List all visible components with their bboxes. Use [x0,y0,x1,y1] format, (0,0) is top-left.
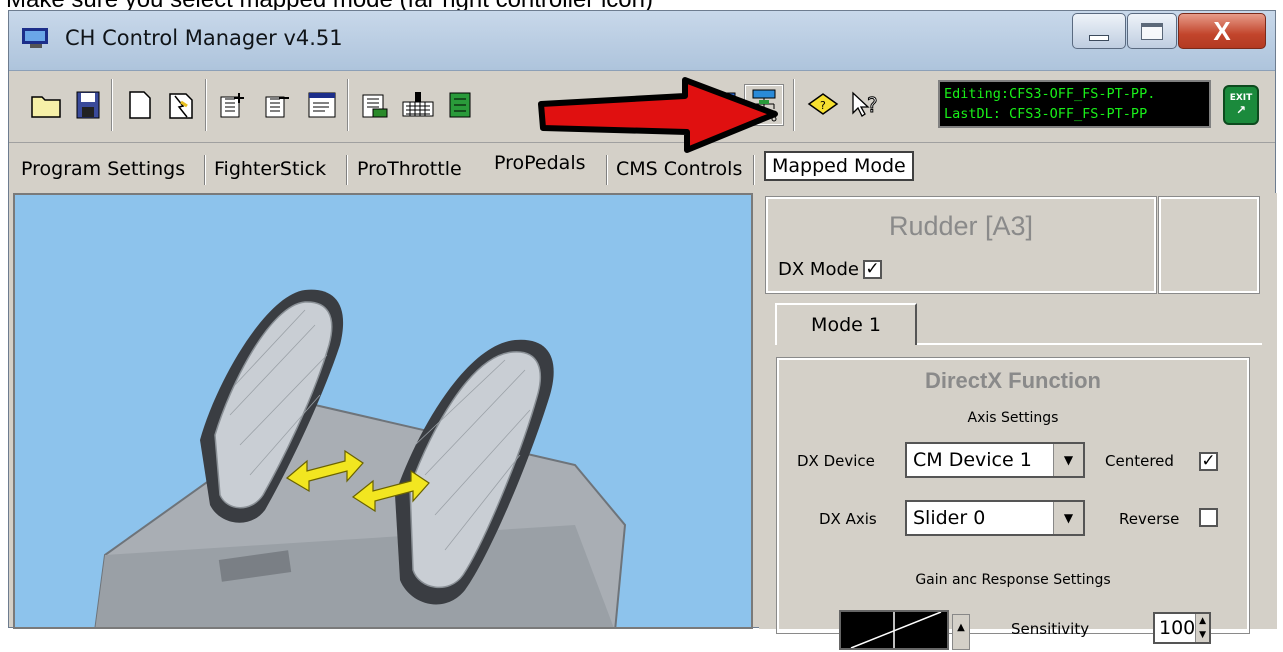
dx-device-label: DX Device [797,452,875,470]
mapped-mode-indicator: Mapped Mode [764,151,914,181]
controller-blue-icon [705,92,736,121]
centered-label: Centered [1105,452,1174,470]
blank-page-icon [129,91,151,119]
curve-scroll-up-icon[interactable]: ▲ [952,614,970,650]
svg-text:?: ? [867,93,878,117]
dx-mode-checkbox[interactable]: ✓ [862,260,882,279]
dx-device-select[interactable]: CM Device 1 ▼ [905,442,1085,478]
tab-program-settings[interactable]: Program Settings [21,153,185,185]
dx-device-value: CM Device 1 [913,449,1032,471]
list-view-button[interactable] [303,85,341,125]
keyboard-icon [402,92,434,117]
toolbar-separator [205,79,207,131]
toolbar-separator [793,79,795,131]
close-button[interactable]: X [1178,13,1266,49]
rudder-axis-title: Rudder [A3] [888,211,1034,241]
chevron-down-icon[interactable]: ▼ [1053,444,1083,476]
calibration-button[interactable] [441,85,479,125]
tab-divider [753,155,755,185]
remove-device-button[interactable] [259,85,297,125]
dx-mode-toggle[interactable]: DX Mode ✓ [778,259,882,280]
toolbar-separator [347,79,349,131]
maximize-button[interactable] [1127,13,1177,49]
help-book-button[interactable]: ? [804,85,842,125]
exit-arrow-icon: ↗ [1235,103,1247,117]
dx-axis-label: DX Axis [819,510,877,528]
reverse-label: Reverse [1119,510,1180,528]
close-icon: X [1213,15,1231,46]
response-curve-preview[interactable] [839,610,949,650]
gain-response-heading: Gain anc Response Settings [915,572,1111,588]
tab-underline [917,343,1262,345]
context-help-button[interactable]: ? [847,85,885,125]
chip-plus-icon [220,93,244,118]
add-device-button[interactable] [214,85,252,125]
chip-download-icon [362,94,388,118]
window-list-icon [308,92,336,118]
download-button[interactable] [356,85,394,125]
svg-text:?: ? [820,99,826,112]
chevron-down-icon[interactable]: ▼ [1053,502,1083,534]
exit-icon-label: EXIT [1229,93,1253,103]
tab-divider [606,155,608,185]
floppy-disk-icon [76,91,100,119]
toolbar-separator [111,79,113,131]
spin-up-down-icon[interactable]: ▲ ▼ [1195,614,1209,642]
keyboard-button[interactable] [399,85,437,125]
maximize-icon [1141,22,1163,40]
toolbar: ? ? Editing:CFS3-OFF_FS-PT-PP. LastDL: C… [9,71,1275,143]
tab-mode-1[interactable]: Mode 1 [775,303,917,345]
reverse-checkbox[interactable] [1199,508,1218,527]
tab-divider [346,155,348,185]
device-tab-strip: Program Settings FighterStick ProThrottl… [9,143,1275,188]
app-icon [22,28,48,48]
axis-config-panel: Rudder [A3] DX Mode ✓ Mode 1 DirectX Fun… [759,193,1277,650]
folder-icon [31,96,61,118]
new-file-button[interactable] [121,85,159,125]
dx-axis-value: Slider 0 [913,507,986,529]
sensitivity-label: Sensitivity [1011,620,1090,638]
last-download-status: LastDL: CFS3-OFF_FS-PT-PP [944,106,1148,122]
dx-mode-label: DX Mode [778,259,859,280]
centered-checkbox[interactable]: ✓ [1199,452,1218,471]
tab-cms-controls[interactable]: CMS Controls [616,153,742,185]
minimize-button[interactable] [1072,13,1126,49]
rudder-pedals-illustration [94,289,627,627]
help-book-icon: ? [807,93,839,115]
status-display: Editing:CFS3-OFF_FS-PT-PP. LastDL: CFS3-… [938,80,1211,128]
directx-function-group: DirectX Function Axis Settings DX Device… [776,357,1250,650]
green-panel-icon [449,92,471,118]
sensitivity-value: 100 [1159,617,1196,639]
rudder-axis-box: Rudder [A3] DX Mode ✓ [765,196,1157,294]
pointer-help-icon: ? [852,91,878,118]
mapped-mode-button[interactable] [744,84,784,126]
editing-status: Editing:CFS3-OFF_FS-PT-PP. [944,86,1156,102]
axis-settings-heading: Axis Settings [967,410,1059,426]
tab-propedals[interactable]: ProPedals [494,147,586,179]
edit-map-button[interactable] [162,85,200,125]
empty-side-box [1158,196,1260,294]
exit-button[interactable]: EXIT ↗ [1223,85,1259,125]
dx-axis-select[interactable]: Slider 0 ▼ [905,500,1085,536]
page-lightning-icon [169,93,193,119]
save-button[interactable] [69,85,107,125]
minimize-icon [1089,35,1109,41]
tab-divider [204,155,206,185]
direct-mode-button[interactable] [701,85,739,125]
chip-minus-icon [265,96,289,118]
directx-function-title: DirectX Function [924,368,1101,393]
tab-fighterstick[interactable]: FighterStick [214,153,326,185]
mapped-controller-icon [750,89,778,122]
app-window: CH Control Manager v4.51 X ? ? Editing:C… [8,10,1277,650]
title-bar[interactable]: CH Control Manager v4.51 X [9,11,1275,71]
propedals-image [13,193,753,629]
response-curve-icon [850,611,942,649]
tab-prothrottle[interactable]: ProThrottle [357,153,462,185]
sensitivity-stepper[interactable]: 100 ▲ ▼ [1153,612,1211,644]
open-folder-button[interactable] [27,85,65,125]
window-title: CH Control Manager v4.51 [65,26,343,50]
